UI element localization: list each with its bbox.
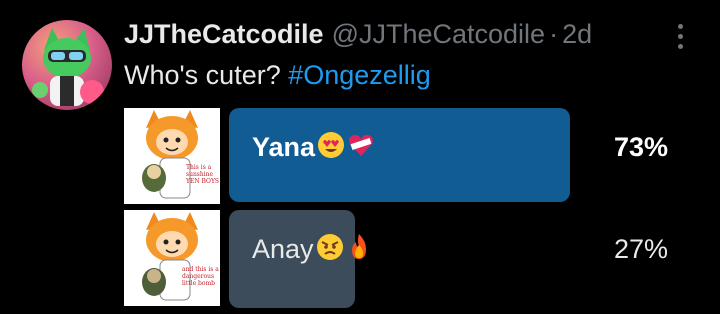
- poll-option-image-anay[interactable]: and this is a dangerous little bomb: [124, 210, 220, 306]
- poll-option-image-yana[interactable]: This is a sunshine YEN BOYS: [124, 108, 220, 204]
- anay-caption: and this is a dangerous little bomb: [182, 266, 219, 287]
- heart-eyes-emoji-icon: [317, 131, 345, 167]
- display-name[interactable]: JJTheCatcodile: [124, 19, 324, 49]
- avatar[interactable]: [22, 20, 112, 110]
- fire-emoji-icon: [346, 233, 372, 269]
- tweet-text-body: Who's cuter?: [124, 60, 289, 90]
- poll-option-anay[interactable]: Anay: [252, 232, 372, 269]
- separator-dot: ·: [549, 19, 559, 49]
- user-handle[interactable]: @JJTheCatcodile: [332, 19, 546, 49]
- poll-option-label: Yana: [252, 132, 316, 162]
- poll-percent-yana: 73%: [613, 132, 668, 162]
- tweet-header: JJTheCatcodile @JJTheCatcodile · 2d: [124, 16, 592, 52]
- poll-percent-anay: 27%: [613, 234, 668, 264]
- tweet: JJTheCatcodile @JJTheCatcodile · 2d Who's c…: [0, 0, 720, 314]
- poll-option-yana[interactable]: Yana: [252, 130, 375, 167]
- tweet-text: Who's cuter? #Ongezellig: [124, 56, 431, 94]
- yana-drawing: [142, 110, 198, 199]
- angry-face-emoji-icon: [316, 233, 344, 269]
- poll-option-label: Anay: [252, 234, 314, 264]
- bandaged-heart-emoji-icon: [347, 131, 375, 167]
- timestamp[interactable]: 2d: [562, 19, 592, 49]
- avatar-image: [32, 28, 104, 106]
- more-options-icon[interactable]: [674, 24, 686, 52]
- yana-caption: This is a sunshine YEN BOYS: [186, 164, 220, 185]
- hashtag-link[interactable]: #Ongezellig: [288, 60, 431, 90]
- anay-drawing: [142, 212, 198, 301]
